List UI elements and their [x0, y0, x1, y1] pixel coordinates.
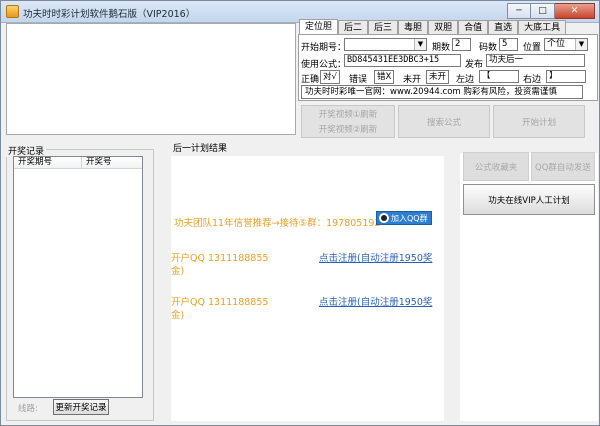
notopen-mark-input[interactable]: 未开 [426, 70, 450, 84]
close-button[interactable]: ✕ [555, 3, 595, 19]
chevron-down-icon: ▼ [575, 39, 587, 50]
promo-text: 功夫团队11年信誉推荐→接待⑤群：197805192 [174, 218, 381, 229]
app-icon [6, 5, 19, 18]
correct-label: 正确 [301, 75, 320, 85]
tab-houer[interactable]: 后二 [338, 20, 369, 35]
codes-label: 码数 [479, 43, 498, 53]
official-site-slogan: 功夫时时彩唯一官网：www.20944.com 购彩有风险，投资需谨慎 [301, 85, 583, 99]
right-bracket-input[interactable]: 】 [546, 70, 586, 83]
tab-zhixuan[interactable]: 直选 [488, 20, 519, 35]
formula-favorites-button[interactable]: 公式收藏夹 [463, 152, 529, 181]
position-label: 位置 [523, 43, 542, 53]
register-link-2-tail[interactable]: 金) [171, 307, 184, 321]
wrong-label: 错误 [349, 75, 368, 85]
tab-shuangdan[interactable]: 双胆 [428, 20, 459, 35]
update-history-button[interactable]: 更新开奖记录 [53, 399, 109, 415]
maximize-button[interactable]: □ [531, 3, 555, 19]
correct-mark-input[interactable]: 对√ [320, 70, 340, 84]
qq-contact-1: 开户QQ 1311188855 [171, 253, 269, 264]
minimize-button[interactable]: ─ [507, 3, 531, 19]
plan-tabs: 定位胆 后二 后三 毒胆 双胆 合值 直选 大底工具 [299, 19, 567, 35]
history-list-header: 开奖期号 开奖号 [14, 157, 142, 169]
history-list[interactable]: 开奖期号 开奖号 [13, 156, 143, 398]
tab-dudan[interactable]: 毒胆 [398, 20, 429, 35]
position-select[interactable]: 个位 ▼ [544, 38, 588, 51]
start-plan-button[interactable]: 开始计划 [493, 105, 585, 138]
formula-input[interactable]: BD845431EE3DBC3+15 [344, 54, 461, 67]
right-label: 右边 [523, 75, 542, 85]
window-title: 功夫时时彩计划软件鹅石版（VIP2016） [23, 9, 196, 20]
notes-textarea[interactable] [6, 23, 296, 135]
app-window: 功夫时时彩计划软件鹅石版（VIP2016） ─ □ ✕ 定位胆 后二 后三 毒胆… [0, 0, 600, 426]
formula-label: 使用公式： [301, 60, 347, 70]
qq-auto-send-button[interactable]: QQ群自动发送 [531, 152, 595, 181]
tab-hezhi[interactable]: 合值 [458, 20, 489, 35]
tab-housan[interactable]: 后三 [368, 20, 399, 35]
line-label: 线路: [18, 404, 38, 414]
video2-refresh-button[interactable]: 开奖视频②刷新 [319, 123, 378, 135]
register-link-1-tail[interactable]: 金) [171, 263, 184, 277]
column-period[interactable]: 开奖期号 [14, 157, 82, 168]
column-number[interactable]: 开奖号 [82, 157, 142, 168]
result-panel: 功夫团队11年信誉推荐→接待⑤群：197805192 加入QQ群 开户QQ 13… [171, 156, 444, 421]
codes-input[interactable]: 5 [499, 38, 518, 51]
publish-input[interactable]: 功夫后一 [486, 54, 585, 67]
register-link-2[interactable]: 点击注册(自动注册1950奖 [319, 294, 432, 308]
window-controls: ─ □ ✕ [507, 3, 595, 19]
vip-plan-button[interactable]: 功夫在线VIP人工计划 [463, 184, 595, 215]
wrong-mark-input[interactable]: 错X [374, 70, 395, 84]
video1-refresh-button[interactable]: 开奖视频①刷新 [319, 108, 378, 120]
qq-icon [379, 213, 389, 223]
register-link-1[interactable]: 点击注册(自动注册1950奖 [319, 250, 432, 264]
left-label: 左边 [456, 75, 475, 85]
notopen-label: 未开 [403, 75, 422, 85]
chevron-down-icon: ▼ [414, 39, 426, 50]
left-bracket-input[interactable]: 【 [479, 70, 519, 83]
search-formula-button[interactable]: 搜索公式 [398, 105, 490, 138]
qq-contact-2: 开户QQ 1311188855 [171, 297, 269, 308]
video-refresh-buttons: 开奖视频①刷新 开奖视频②刷新 [301, 105, 395, 138]
periods-input[interactable]: 2 [452, 38, 471, 51]
join-qq-group-button[interactable]: 加入QQ群 [376, 211, 432, 225]
result-title: 后一计划结果 [173, 144, 228, 154]
start-period-select[interactable]: ▼ [344, 38, 427, 51]
publish-label: 发布 [465, 60, 484, 70]
tab-dadi-tool[interactable]: 大底工具 [518, 20, 567, 35]
start-period-label: 开始期号： [301, 43, 347, 53]
tab-dingweidan[interactable]: 定位胆 [299, 19, 339, 35]
periods-label: 期数 [432, 43, 451, 53]
